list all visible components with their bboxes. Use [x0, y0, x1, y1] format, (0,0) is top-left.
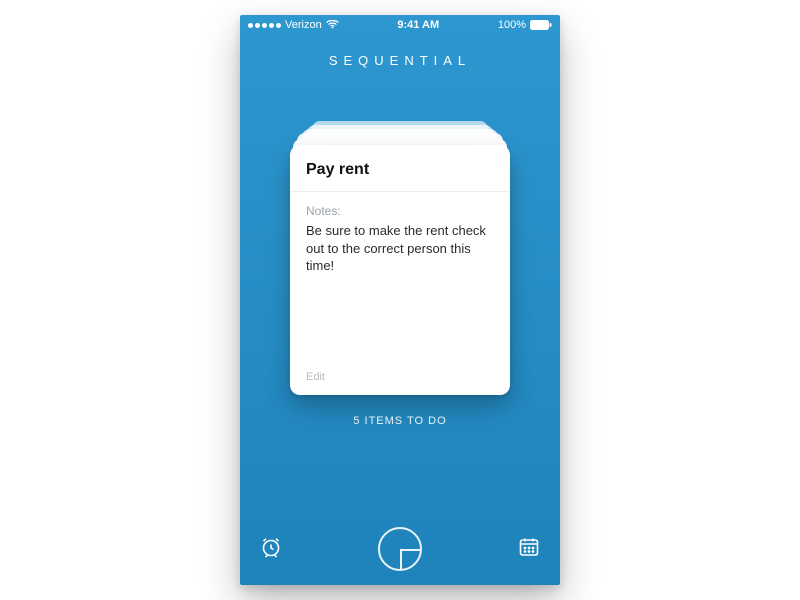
- alarm-icon: [259, 535, 283, 564]
- front-card[interactable]: Pay rent Notes: Be sure to make the rent…: [290, 145, 510, 395]
- status-bar: Verizon 9:41 AM 100%: [240, 15, 560, 35]
- app-title: SEQUENTIAL: [240, 53, 560, 68]
- card-title: Pay rent: [306, 161, 494, 191]
- signal-dots-icon: [248, 23, 281, 28]
- phone-screen: Verizon 9:41 AM 100% SEQUENTIAL Pay rent: [240, 15, 560, 585]
- item-count-label: 5 ITEMS TO DO: [240, 415, 560, 427]
- battery-icon: [530, 20, 552, 30]
- card-divider: [290, 191, 510, 192]
- wifi-icon: [326, 19, 339, 32]
- calendar-icon: [517, 535, 541, 564]
- status-time: 9:41 AM: [397, 19, 439, 31]
- notes-body: Be sure to make the rent check out to th…: [306, 222, 494, 275]
- card-stack[interactable]: Pay rent Notes: Be sure to make the rent…: [290, 145, 510, 395]
- battery-percent: 100%: [498, 19, 526, 31]
- edit-button[interactable]: Edit: [306, 371, 494, 383]
- carrier-label: Verizon: [285, 19, 322, 31]
- add-button[interactable]: [378, 527, 422, 571]
- alarm-button[interactable]: [258, 536, 284, 562]
- bottom-bar: [240, 527, 560, 571]
- status-left: Verizon: [248, 19, 339, 32]
- notes-label: Notes:: [306, 204, 494, 218]
- status-right: 100%: [498, 19, 552, 31]
- calendar-button[interactable]: [516, 536, 542, 562]
